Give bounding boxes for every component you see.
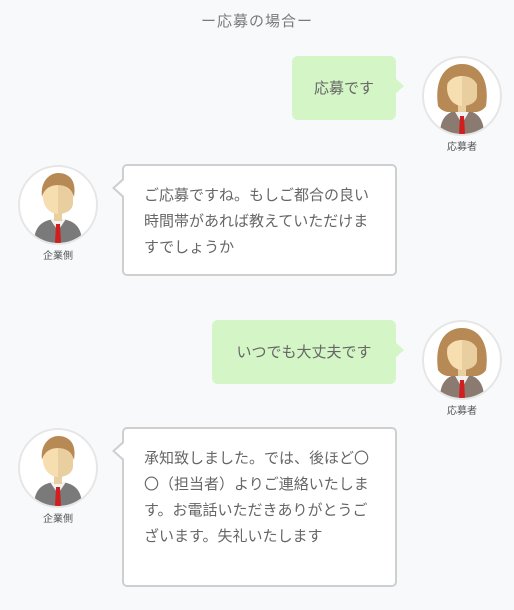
- chat-bubble-company: 承知致しました。では、後ほど〇〇（担当者）よりご連絡いたします。お電話いただきあ…: [112, 427, 397, 587]
- message-text: いつでも大丈夫です: [236, 343, 372, 361]
- applicant-label: 応募者: [447, 142, 477, 153]
- company-label: 企業側: [43, 251, 73, 262]
- message-text: 承知致しました。では、後ほど〇〇（担当者）よりご連絡いたします。お電話いただきあ…: [144, 449, 370, 545]
- chat-bubble-applicant: 応募です: [292, 56, 404, 120]
- company-avatar: 企業側: [16, 165, 100, 262]
- applicant-avatar: 応募者: [420, 320, 504, 417]
- male-avatar-icon: [18, 428, 98, 508]
- message-text: ご応募ですね。もしご都合の良い時間帯があれば教えていただけますでしょうか: [144, 186, 370, 256]
- chat-bubble-applicant: いつでも大丈夫です: [212, 320, 404, 384]
- company-avatar: 企業側: [16, 428, 100, 525]
- company-label: 企業側: [43, 514, 73, 525]
- applicant-avatar: 応募者: [420, 56, 504, 153]
- applicant-label: 応募者: [447, 406, 477, 417]
- female-avatar-icon: [422, 56, 502, 136]
- page-title: ー応募の場合ー: [200, 12, 313, 30]
- male-avatar-icon: [18, 165, 98, 245]
- female-avatar-icon: [422, 320, 502, 400]
- chat-bubble-company: ご応募ですね。もしご都合の良い時間帯があれば教えていただけますでしょうか: [112, 164, 397, 276]
- message-text: 応募です: [313, 79, 374, 97]
